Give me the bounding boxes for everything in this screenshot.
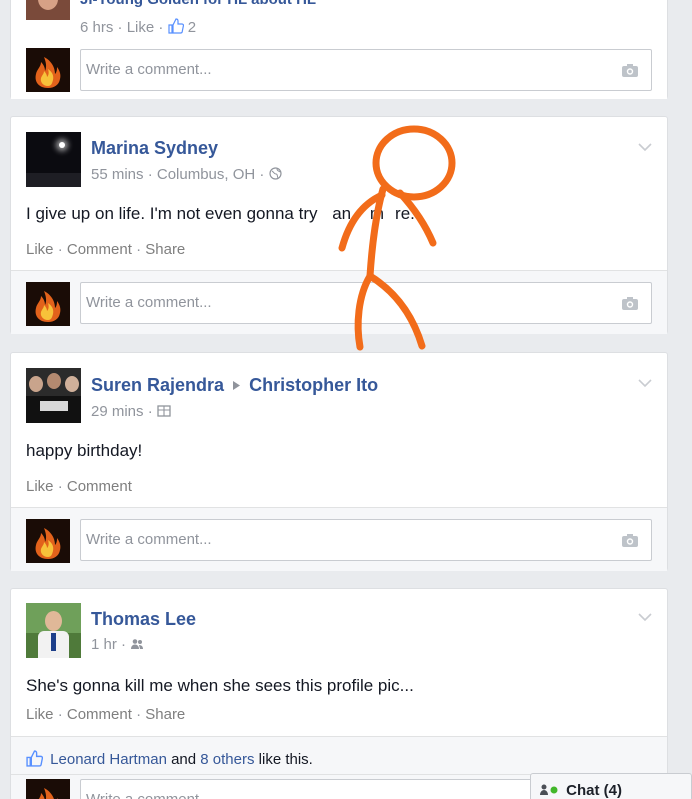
comment-row-2: Write a comment... <box>11 507 667 571</box>
chat-label: Chat (4) <box>566 782 623 799</box>
post1-meta: 55 mins · Columbus, OH · <box>91 166 282 184</box>
triangle-arrow-icon <box>233 374 241 395</box>
commenter-avatar <box>26 519 70 563</box>
comment-link[interactable]: Comment <box>67 478 132 495</box>
post-card-0: Ji-Young Golden for HL about HL 6 hrs · … <box>10 0 668 99</box>
chat-online-icon <box>539 783 559 799</box>
post0-meta: 6 hrs · Like · 2 <box>80 18 197 38</box>
camera-icon[interactable] <box>621 533 639 548</box>
comment-row-0: Write a comment... <box>11 37 667 99</box>
thumbs-up-icon <box>26 750 44 771</box>
avatar-suren[interactable] <box>26 368 81 423</box>
post2-target[interactable]: Christopher Ito <box>249 375 378 395</box>
post0-like-count: 2 <box>187 19 197 36</box>
post2-meta: 29 mins · <box>91 403 171 421</box>
post2-text: happy birthday! <box>26 441 143 460</box>
post2-author-line: Suren Rajendra Christopher Ito <box>91 374 378 396</box>
post3-actions: Like · Comment · Share <box>26 706 186 723</box>
chevron-down-icon[interactable] <box>638 375 652 388</box>
avatar-marina[interactable] <box>26 132 81 187</box>
commenter-avatar <box>26 48 70 92</box>
post2-author[interactable]: Suren Rajendra <box>91 375 224 395</box>
post3-time[interactable]: 1 hr <box>91 636 117 653</box>
commenter-avatar <box>26 779 70 799</box>
post2-time[interactable]: 29 mins <box>91 403 144 420</box>
chat-tab[interactable]: Chat (4) <box>530 773 692 799</box>
post-card-3: Thomas Lee 1 hr · She's gonna kill me wh… <box>10 588 668 799</box>
post-card-1: Marina Sydney 55 mins · Columbus, OH · I… <box>10 116 668 334</box>
comment-input-2[interactable]: Write a comment... <box>80 519 652 561</box>
post1-actions: Like · Comment · Share <box>26 241 186 258</box>
post1-text: I give up on life. I'm not even gonna tr… <box>26 204 415 223</box>
comment-input-0[interactable]: Write a comment... <box>80 49 652 91</box>
avatar-post0[interactable] <box>26 0 70 20</box>
post3-meta: 1 hr · <box>91 636 144 654</box>
post-card-2: Suren Rajendra Christopher Ito 29 mins ·… <box>10 352 668 571</box>
post0-time[interactable]: 6 hrs <box>80 19 113 36</box>
globe-icon <box>268 167 282 184</box>
like-link[interactable]: Like <box>26 478 54 495</box>
chevron-down-icon[interactable] <box>638 609 652 622</box>
share-link[interactable]: Share <box>145 706 185 723</box>
like-link[interactable]: Like <box>26 706 54 723</box>
comment-link[interactable]: Comment <box>67 706 132 723</box>
thumbs-up-icon <box>167 18 184 38</box>
chevron-down-icon[interactable] <box>638 139 652 152</box>
friends-icon <box>130 637 144 654</box>
comment-input-1[interactable]: Write a comment... <box>80 282 652 324</box>
share-link[interactable]: Share <box>145 241 185 258</box>
liker-name[interactable]: Leonard Hartman <box>50 751 167 768</box>
post0-like-link[interactable]: Like <box>127 19 155 36</box>
camera-icon[interactable] <box>621 63 639 78</box>
likers-others[interactable]: 8 others <box>200 751 254 768</box>
like-link[interactable]: Like <box>26 241 54 258</box>
commenter-avatar <box>26 282 70 326</box>
post2-actions: Like · Comment <box>26 478 132 495</box>
post0-author[interactable]: Ji-Young Golden for HL about HL <box>80 0 316 8</box>
post3-author[interactable]: Thomas Lee <box>91 609 196 630</box>
comment-row-1: Write a comment... <box>11 270 667 334</box>
post1-time[interactable]: 55 mins <box>91 166 144 183</box>
post1-author[interactable]: Marina Sydney <box>91 138 218 159</box>
avatar-thomas[interactable] <box>26 603 81 658</box>
post3-text: She's gonna kill me when she sees this p… <box>26 676 414 695</box>
likers-row: Leonard Hartman and 8 others like this. <box>11 736 667 774</box>
camera-icon[interactable] <box>621 296 639 311</box>
post1-location[interactable]: Columbus, OH <box>157 166 255 183</box>
friends-icon <box>157 404 171 421</box>
comment-link[interactable]: Comment <box>67 241 132 258</box>
